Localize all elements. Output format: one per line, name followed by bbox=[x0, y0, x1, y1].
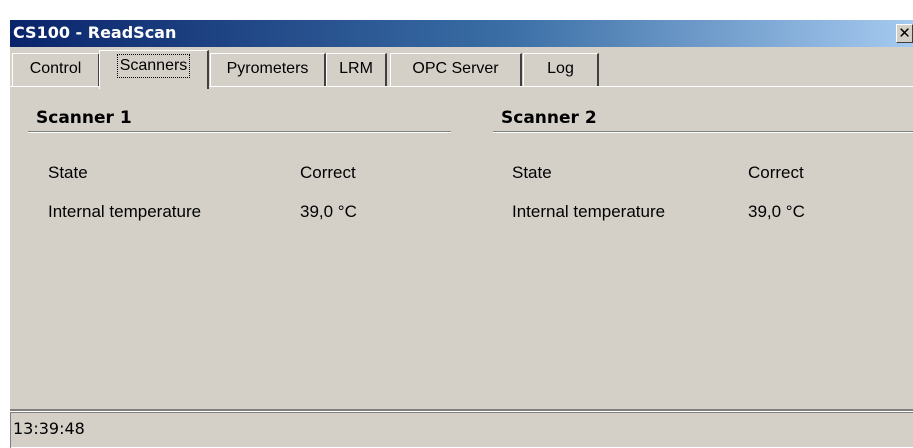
tab-log[interactable]: Log bbox=[523, 53, 599, 86]
scanner-1-divider bbox=[28, 131, 451, 133]
title-bar[interactable]: CS100 - ReadScan ✕ bbox=[10, 20, 913, 47]
tab-pyrometers-label: Pyrometers bbox=[226, 60, 309, 77]
tab-scanners[interactable]: Scanners bbox=[99, 50, 209, 89]
scanner-2-state-value: Correct bbox=[748, 163, 804, 182]
tab-lrm-label: LRM bbox=[339, 60, 373, 77]
scanner-2-temp-label: Internal temperature bbox=[512, 202, 666, 221]
tab-control-label: Control bbox=[29, 60, 82, 77]
scanner-2-temp-value: 39,0 °C bbox=[748, 202, 805, 221]
scanner-2-title: Scanner 2 bbox=[501, 108, 597, 128]
scanner-1-temp-label: Internal temperature bbox=[48, 202, 202, 221]
tab-opc-server-label: OPC Server bbox=[412, 60, 499, 77]
tab-strip: Control Pyrometers LRM OPC Server Log Sc… bbox=[10, 50, 910, 89]
scanner-1-state-value: Correct bbox=[300, 163, 356, 182]
scanner-2-state-label: State bbox=[512, 163, 552, 182]
status-bar: 13:39:48 bbox=[10, 412, 913, 448]
close-icon[interactable]: ✕ bbox=[896, 24, 913, 43]
tab-lrm[interactable]: LRM bbox=[326, 53, 387, 86]
window-title: CS100 - ReadScan bbox=[13, 23, 177, 42]
status-time: 13:39:48 bbox=[13, 419, 85, 438]
tab-scanners-label: Scanners bbox=[116, 54, 191, 78]
tab-log-label: Log bbox=[547, 60, 574, 77]
readscan-window: CS100 - ReadScan ✕ Control Pyrometers LR… bbox=[9, 19, 913, 448]
scanner-2-divider bbox=[493, 131, 913, 133]
scanner-1-temp-value: 39,0 °C bbox=[300, 202, 357, 221]
scanner-1-state-label: State bbox=[48, 163, 88, 182]
scanner-1-title: Scanner 1 bbox=[36, 108, 132, 128]
tab-opc-server[interactable]: OPC Server bbox=[390, 53, 522, 86]
tab-control[interactable]: Control bbox=[12, 53, 100, 86]
tab-pyrometers[interactable]: Pyrometers bbox=[210, 53, 326, 86]
